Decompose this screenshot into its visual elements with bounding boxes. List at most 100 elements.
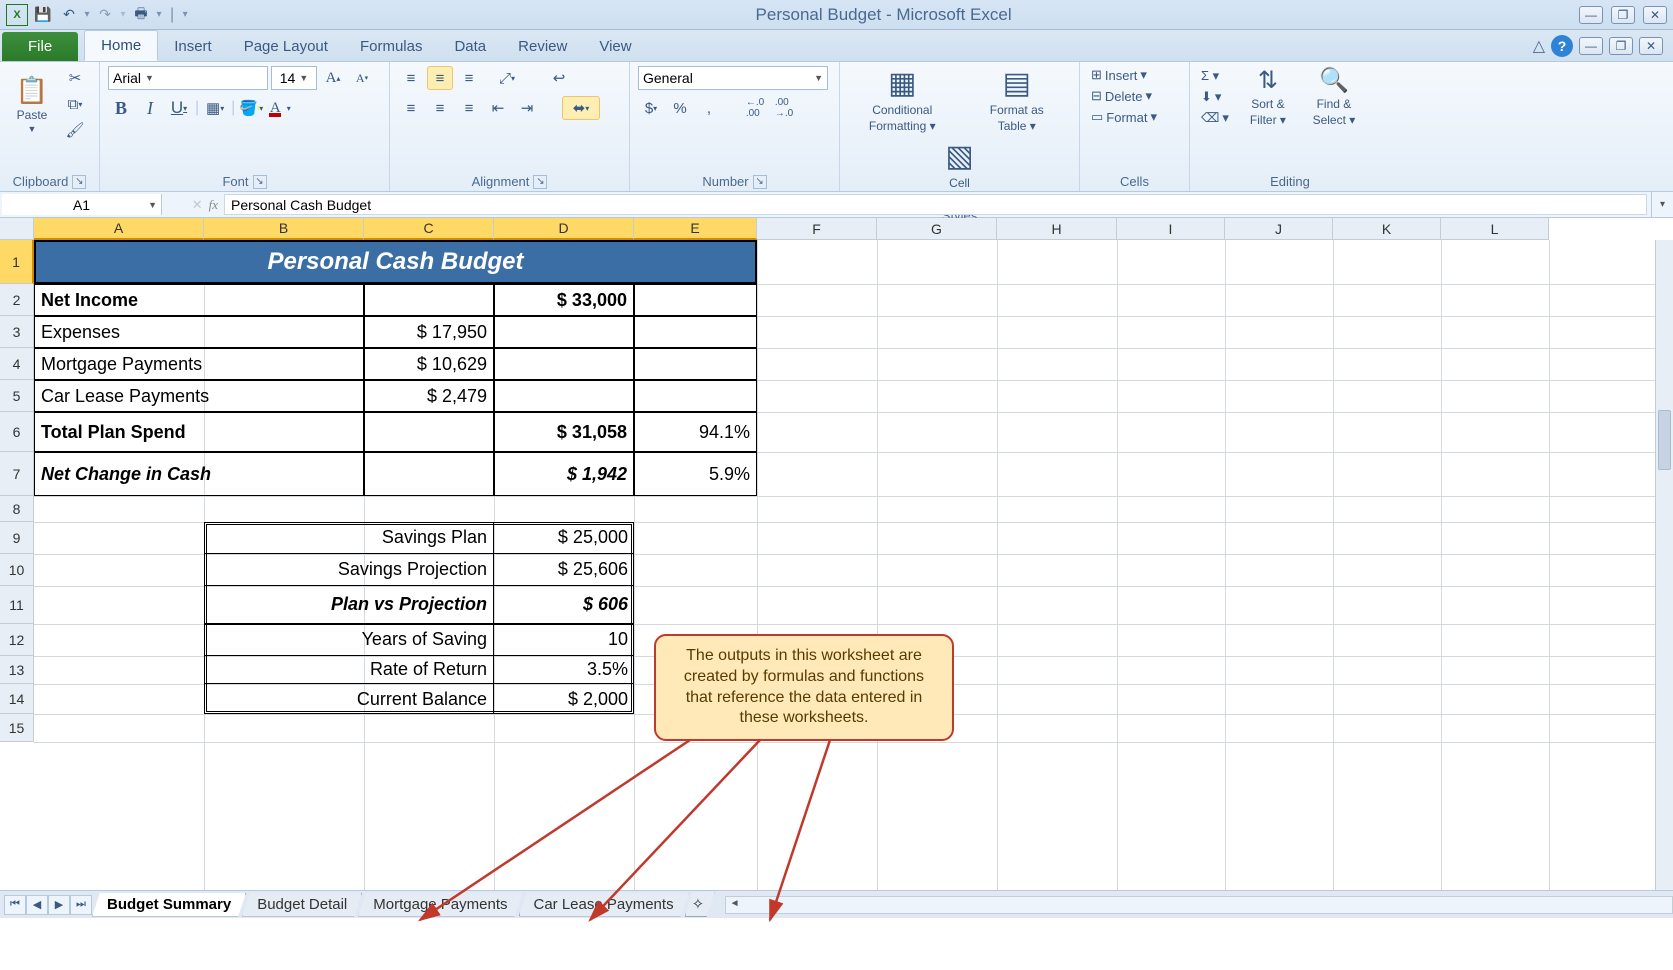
row-header-7[interactable]: 7	[0, 452, 34, 496]
column-header-k[interactable]: K	[1333, 218, 1441, 240]
align-center-icon[interactable]: ≡	[427, 96, 453, 120]
bold-button[interactable]: B	[108, 96, 134, 120]
clear-button[interactable]: ⌫ ▾	[1198, 109, 1232, 127]
fill-button[interactable]: ⬇ ▾	[1198, 88, 1232, 106]
cell[interactable]: Plan vs Projection	[204, 586, 494, 624]
accounting-format-icon[interactable]: $▾	[638, 96, 664, 120]
row-header-13[interactable]: 13	[0, 656, 34, 684]
font-dialog-launcher[interactable]: ↘	[253, 175, 267, 189]
select-all-corner[interactable]	[0, 218, 34, 240]
format-as-table-button[interactable]: ▤ Format as Table ▾	[977, 66, 1057, 133]
row-header-2[interactable]: 2	[0, 284, 34, 316]
tab-view[interactable]: View	[583, 32, 647, 61]
help-icon[interactable]: ?	[1551, 35, 1573, 57]
cell[interactable]: Personal Cash Budget	[34, 240, 757, 284]
column-header-c[interactable]: C	[364, 218, 494, 240]
redo-icon[interactable]: ↷	[94, 4, 116, 26]
column-header-i[interactable]: I	[1117, 218, 1225, 240]
new-sheet-button[interactable]: ✧	[685, 892, 715, 917]
cell[interactable]	[634, 316, 757, 348]
cell[interactable]: Savings Projection	[204, 554, 494, 586]
number-dialog-launcher[interactable]: ↘	[753, 175, 767, 189]
align-left-icon[interactable]: ≡	[398, 96, 424, 120]
decrease-decimal-icon[interactable]: .00→.0	[771, 96, 797, 120]
close-button[interactable]: ✕	[1643, 6, 1667, 24]
cell[interactable]: 10	[494, 624, 634, 656]
row-header-12[interactable]: 12	[0, 624, 34, 656]
merge-center-icon[interactable]: ⬌▾	[562, 96, 600, 120]
italic-button[interactable]: I	[137, 96, 163, 120]
underline-button[interactable]: U▾	[166, 96, 192, 120]
workbook-close-button[interactable]: ✕	[1639, 37, 1663, 55]
percent-format-icon[interactable]: %	[667, 96, 693, 120]
print-icon[interactable]: 🖶	[130, 4, 152, 26]
sheet-tab-car-lease-payments[interactable]: Car Lease Payments	[519, 893, 689, 917]
cell[interactable]: $ 2,000	[494, 684, 634, 714]
cell[interactable]: $ 33,000	[494, 284, 634, 316]
row-header-9[interactable]: 9	[0, 522, 34, 554]
scrollbar-thumb[interactable]	[1658, 410, 1671, 470]
cell[interactable]: Current Balance	[204, 684, 494, 714]
sheet-tab-mortgage-payments[interactable]: Mortgage Payments	[358, 893, 522, 917]
cell[interactable]: Mortgage Payments	[34, 348, 364, 380]
cell[interactable]	[494, 348, 634, 380]
format-painter-icon[interactable]: 🖌	[62, 118, 88, 142]
fill-color-button[interactable]: 🪣▾	[238, 96, 264, 120]
minimize-ribbon-icon[interactable]: △	[1533, 36, 1545, 56]
fx-icon[interactable]: fx	[209, 197, 218, 213]
tab-home[interactable]: Home	[84, 30, 158, 61]
tab-insert[interactable]: Insert	[158, 32, 228, 61]
row-header-8[interactable]: 8	[0, 496, 34, 522]
alignment-dialog-launcher[interactable]: ↘	[533, 175, 547, 189]
align-right-icon[interactable]: ≡	[456, 96, 482, 120]
save-icon[interactable]: 💾	[32, 4, 54, 26]
font-color-button[interactable]: A▾	[267, 96, 293, 120]
column-header-j[interactable]: J	[1225, 218, 1333, 240]
row-header-11[interactable]: 11	[0, 586, 34, 624]
insert-cells-button[interactable]: ⊞Insert ▾	[1088, 66, 1150, 84]
column-header-h[interactable]: H	[997, 218, 1117, 240]
font-name-combo[interactable]: Arial▼	[108, 66, 268, 90]
cell[interactable]: Expenses	[34, 316, 364, 348]
cell[interactable]	[634, 348, 757, 380]
undo-icon[interactable]: ↶	[58, 4, 80, 26]
align-top-icon[interactable]: ≡	[398, 66, 424, 90]
last-sheet-button[interactable]: ⏭	[70, 895, 92, 915]
sheet-tab-budget-summary[interactable]: Budget Summary	[92, 893, 246, 917]
shrink-font-icon[interactable]: A▾	[349, 66, 375, 90]
wrap-text-icon[interactable]: ↩	[546, 66, 572, 90]
column-header-l[interactable]: L	[1441, 218, 1549, 240]
cell[interactable]	[634, 284, 757, 316]
cell[interactable]: 3.5%	[494, 656, 634, 684]
orientation-icon[interactable]: ⤢▾	[494, 66, 520, 90]
cell[interactable]	[364, 452, 494, 496]
first-sheet-button[interactable]: ⏮	[4, 895, 26, 915]
cell[interactable]: $ 606	[494, 586, 634, 624]
cell[interactable]	[364, 284, 494, 316]
autosum-button[interactable]: Σ ▾	[1198, 67, 1232, 85]
sheet-tab-budget-detail[interactable]: Budget Detail	[242, 893, 362, 917]
align-bottom-icon[interactable]: ≡	[456, 66, 482, 90]
decrease-indent-icon[interactable]: ⇤	[485, 96, 511, 120]
delete-cells-button[interactable]: ⊟Delete ▾	[1088, 87, 1155, 105]
increase-decimal-icon[interactable]: ←.0.00	[742, 96, 768, 120]
tab-review[interactable]: Review	[502, 32, 583, 61]
cell[interactable]: 5.9%	[634, 452, 757, 496]
row-header-3[interactable]: 3	[0, 316, 34, 348]
row-header-1[interactable]: 1	[0, 240, 34, 284]
cell[interactable]: Savings Plan	[204, 522, 494, 554]
next-sheet-button[interactable]: ▶	[48, 895, 70, 915]
column-header-d[interactable]: D	[494, 218, 634, 240]
conditional-formatting-button[interactable]: ▦ Conditional Formatting ▾	[862, 66, 942, 133]
tab-formulas[interactable]: Formulas	[344, 32, 439, 61]
workbook-minimize-button[interactable]: ―	[1579, 37, 1603, 55]
cell[interactable]: $ 25,000	[494, 522, 634, 554]
cell[interactable]	[494, 316, 634, 348]
cell[interactable]: $ 25,606	[494, 554, 634, 586]
cell[interactable]: $ 10,629	[364, 348, 494, 380]
cell[interactable]: $ 17,950	[364, 316, 494, 348]
clipboard-dialog-launcher[interactable]: ↘	[72, 175, 86, 189]
column-header-g[interactable]: G	[877, 218, 997, 240]
cell[interactable]: $ 2,479	[364, 380, 494, 412]
cell[interactable]: Years of Saving	[204, 624, 494, 656]
